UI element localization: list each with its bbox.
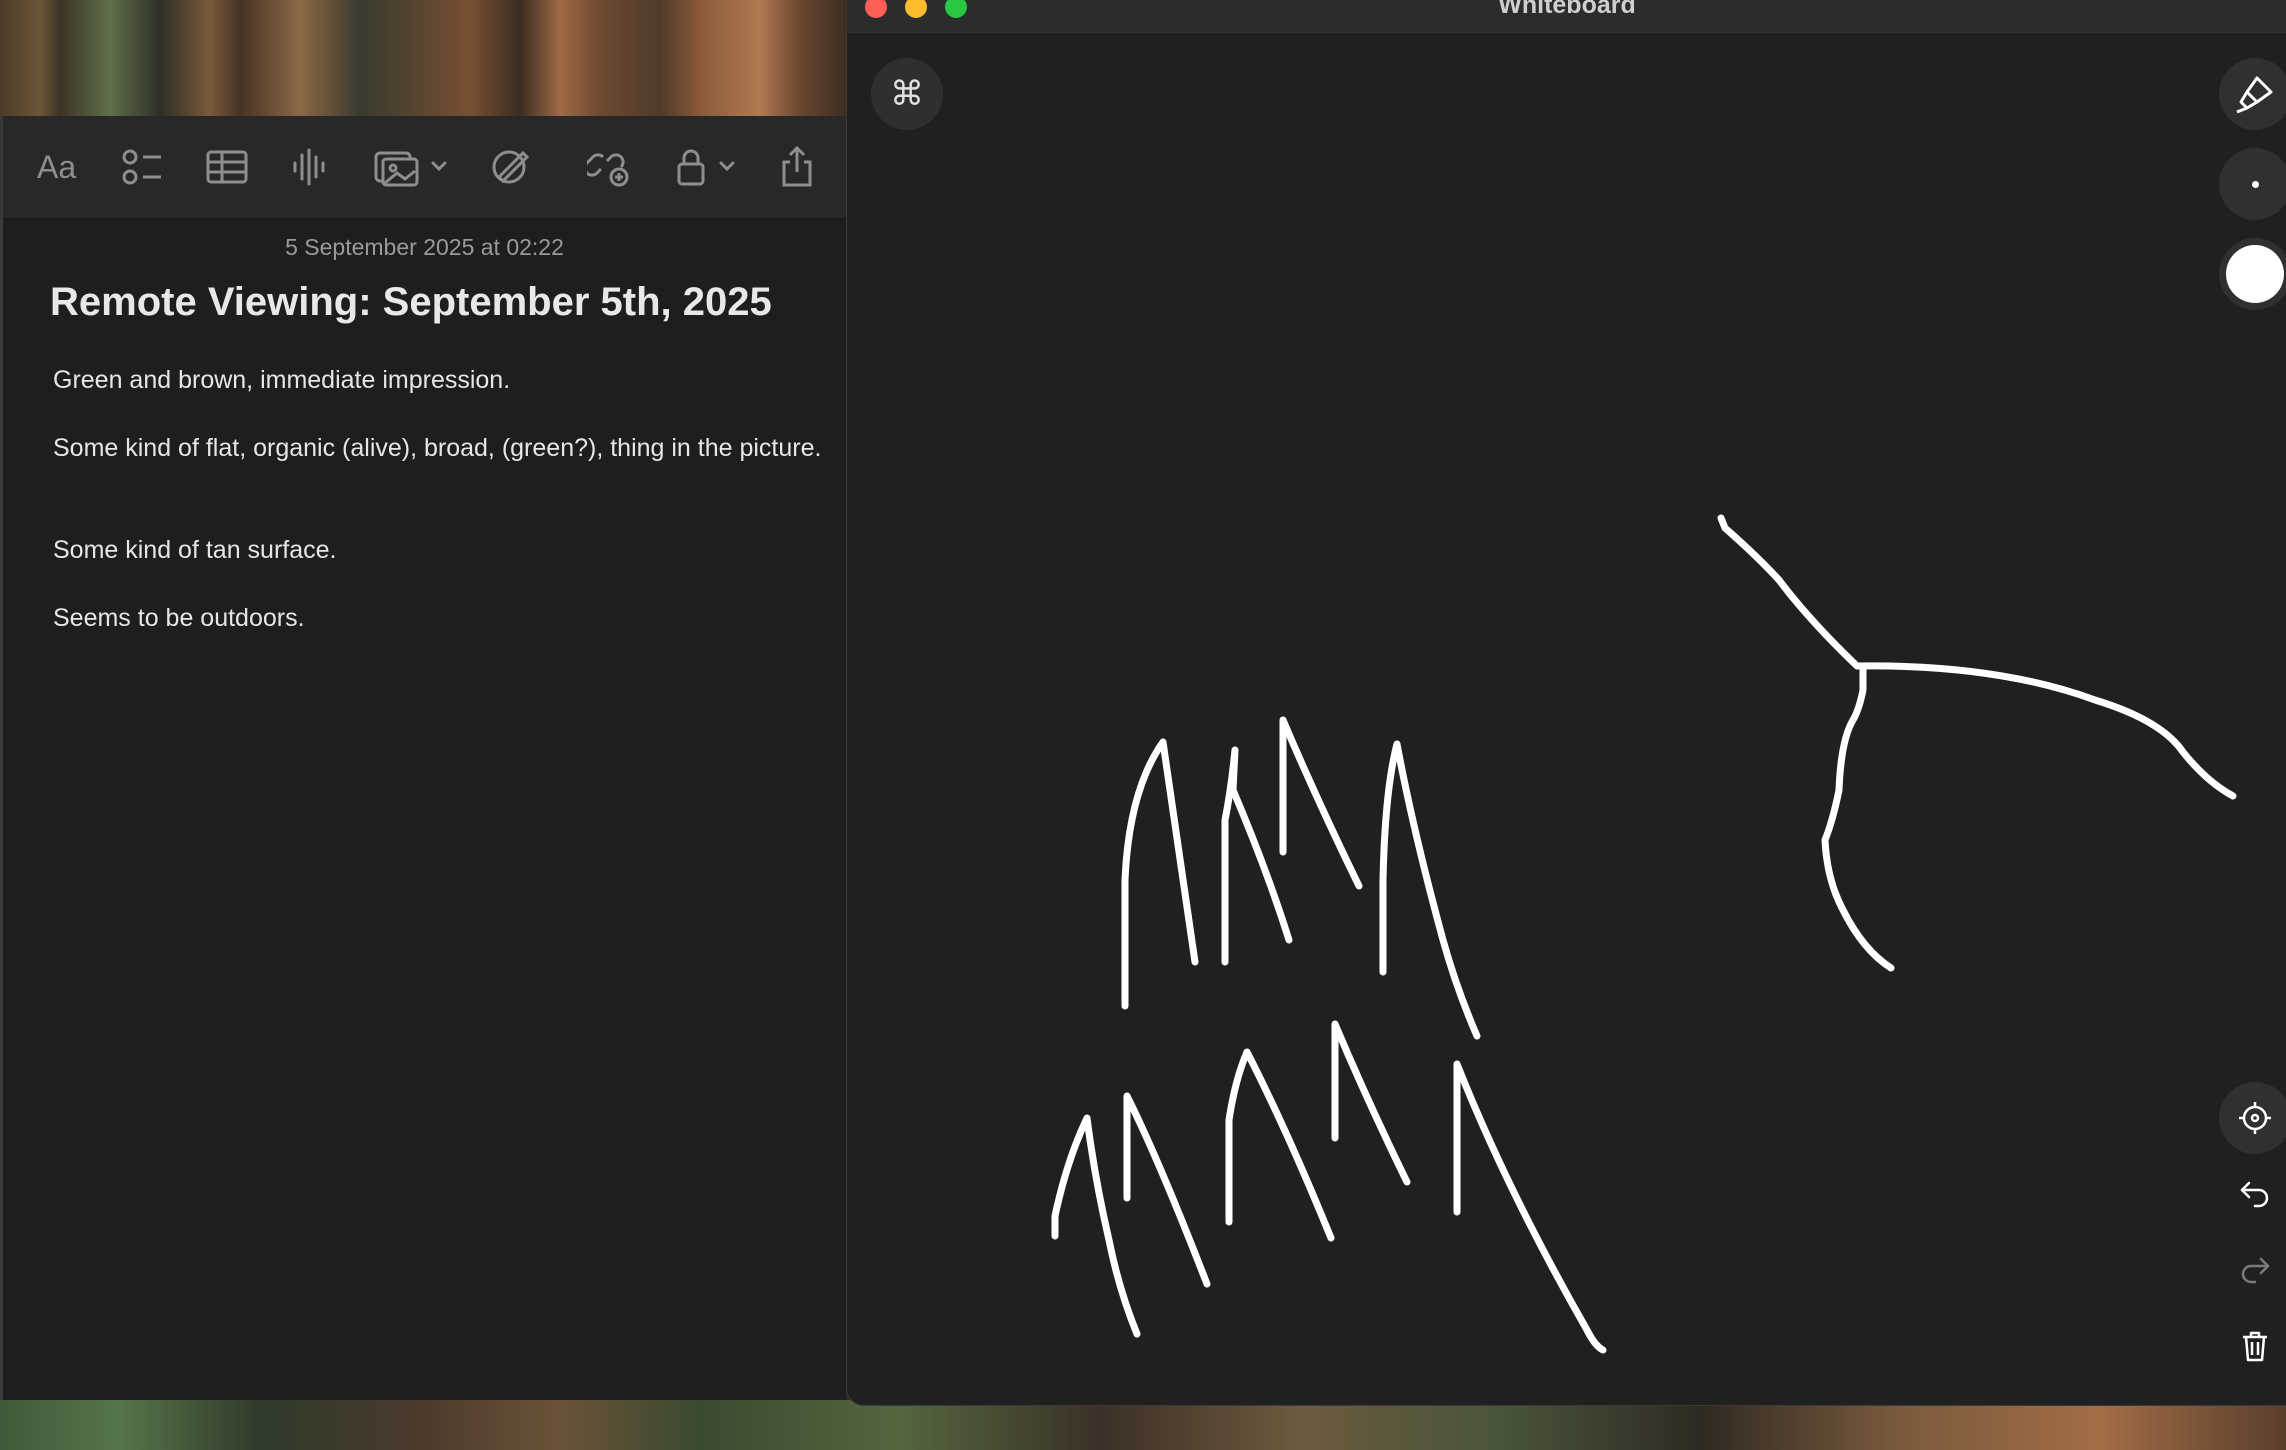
- markup-icon: [492, 150, 530, 184]
- undo-button[interactable]: [2225, 1164, 2285, 1224]
- undo-icon: [2240, 1181, 2269, 1208]
- sketch-stroke: [1379, 740, 1481, 1040]
- sketch-stroke: [1821, 664, 1895, 972]
- desktop-wallpaper-top: [0, 0, 848, 116]
- redo-button[interactable]: [2225, 1240, 2285, 1300]
- format-text-button[interactable]: Aa: [37, 144, 76, 190]
- format-label: Aa: [37, 148, 77, 185]
- note-paragraph[interactable]: Green and brown, immediate impression.: [53, 363, 823, 397]
- checklist-button[interactable]: [121, 144, 165, 190]
- sketch-stroke: [1225, 1048, 1335, 1242]
- audio-icon: [293, 148, 325, 186]
- color-picker-button[interactable]: [2219, 238, 2286, 310]
- command-icon: ⌘: [890, 75, 924, 113]
- sketch-stroke: [1279, 716, 1363, 890]
- window-title: Whiteboard: [1498, 0, 1636, 19]
- redo-icon: [2241, 1257, 2270, 1284]
- share-icon: [782, 146, 812, 187]
- highlighter-tool-button[interactable]: [2219, 58, 2286, 130]
- note-paragraph[interactable]: Some kind of flat, organic (alive), broa…: [53, 431, 823, 465]
- media-button[interactable]: [373, 144, 449, 190]
- sketch-stroke: [1221, 746, 1293, 966]
- note-paragraph[interactable]: Seems to be outdoors.: [53, 601, 823, 635]
- sketch-stroke: [1331, 1020, 1411, 1186]
- whiteboard-titlebar: Whiteboard: [847, 0, 2286, 35]
- sketch-stroke: [1123, 1092, 1211, 1288]
- collaborate-button[interactable]: [587, 144, 631, 190]
- audio-button[interactable]: [291, 144, 327, 190]
- brush-size-button[interactable]: [2219, 148, 2286, 220]
- share-button[interactable]: [779, 144, 815, 190]
- notes-toolbar: Aa: [3, 116, 846, 219]
- media-icon: [374, 151, 447, 187]
- trash-icon: [2243, 1331, 2267, 1362]
- recenter-icon: [2239, 1102, 2271, 1134]
- recenter-button[interactable]: [2219, 1082, 2286, 1154]
- highlighter-icon: [2236, 76, 2273, 114]
- lock-button[interactable]: [675, 144, 741, 190]
- collaborate-icon: [587, 153, 629, 187]
- note-paragraph[interactable]: Some kind of tan surface.: [53, 533, 823, 567]
- notes-window: Aa 5 September 2025 at 02:22 Remote View…: [0, 116, 846, 1400]
- brush-size-icon: [2251, 180, 2259, 188]
- note-date: 5 September 2025 at 02:22: [285, 234, 564, 260]
- sketch-stroke: [1453, 1060, 1607, 1354]
- table-icon: [206, 150, 248, 184]
- lock-icon: [677, 149, 735, 186]
- command-button[interactable]: ⌘: [871, 58, 943, 130]
- markup-button[interactable]: [489, 144, 533, 190]
- checklist-icon: [122, 149, 161, 185]
- sketch-stroke: [1717, 514, 2237, 800]
- whiteboard-window: Whiteboard ⌘: [846, 0, 2286, 1406]
- note-title[interactable]: Remote Viewing: September 5th, 2025: [50, 280, 772, 325]
- sketch-stroke: [1121, 738, 1199, 1010]
- table-button[interactable]: [205, 144, 249, 190]
- desktop-wallpaper-bottom: [0, 1400, 2286, 1450]
- drawing-canvas[interactable]: [847, 0, 2286, 1405]
- color-swatch-icon: [2226, 245, 2284, 303]
- trash-button[interactable]: [2225, 1316, 2285, 1376]
